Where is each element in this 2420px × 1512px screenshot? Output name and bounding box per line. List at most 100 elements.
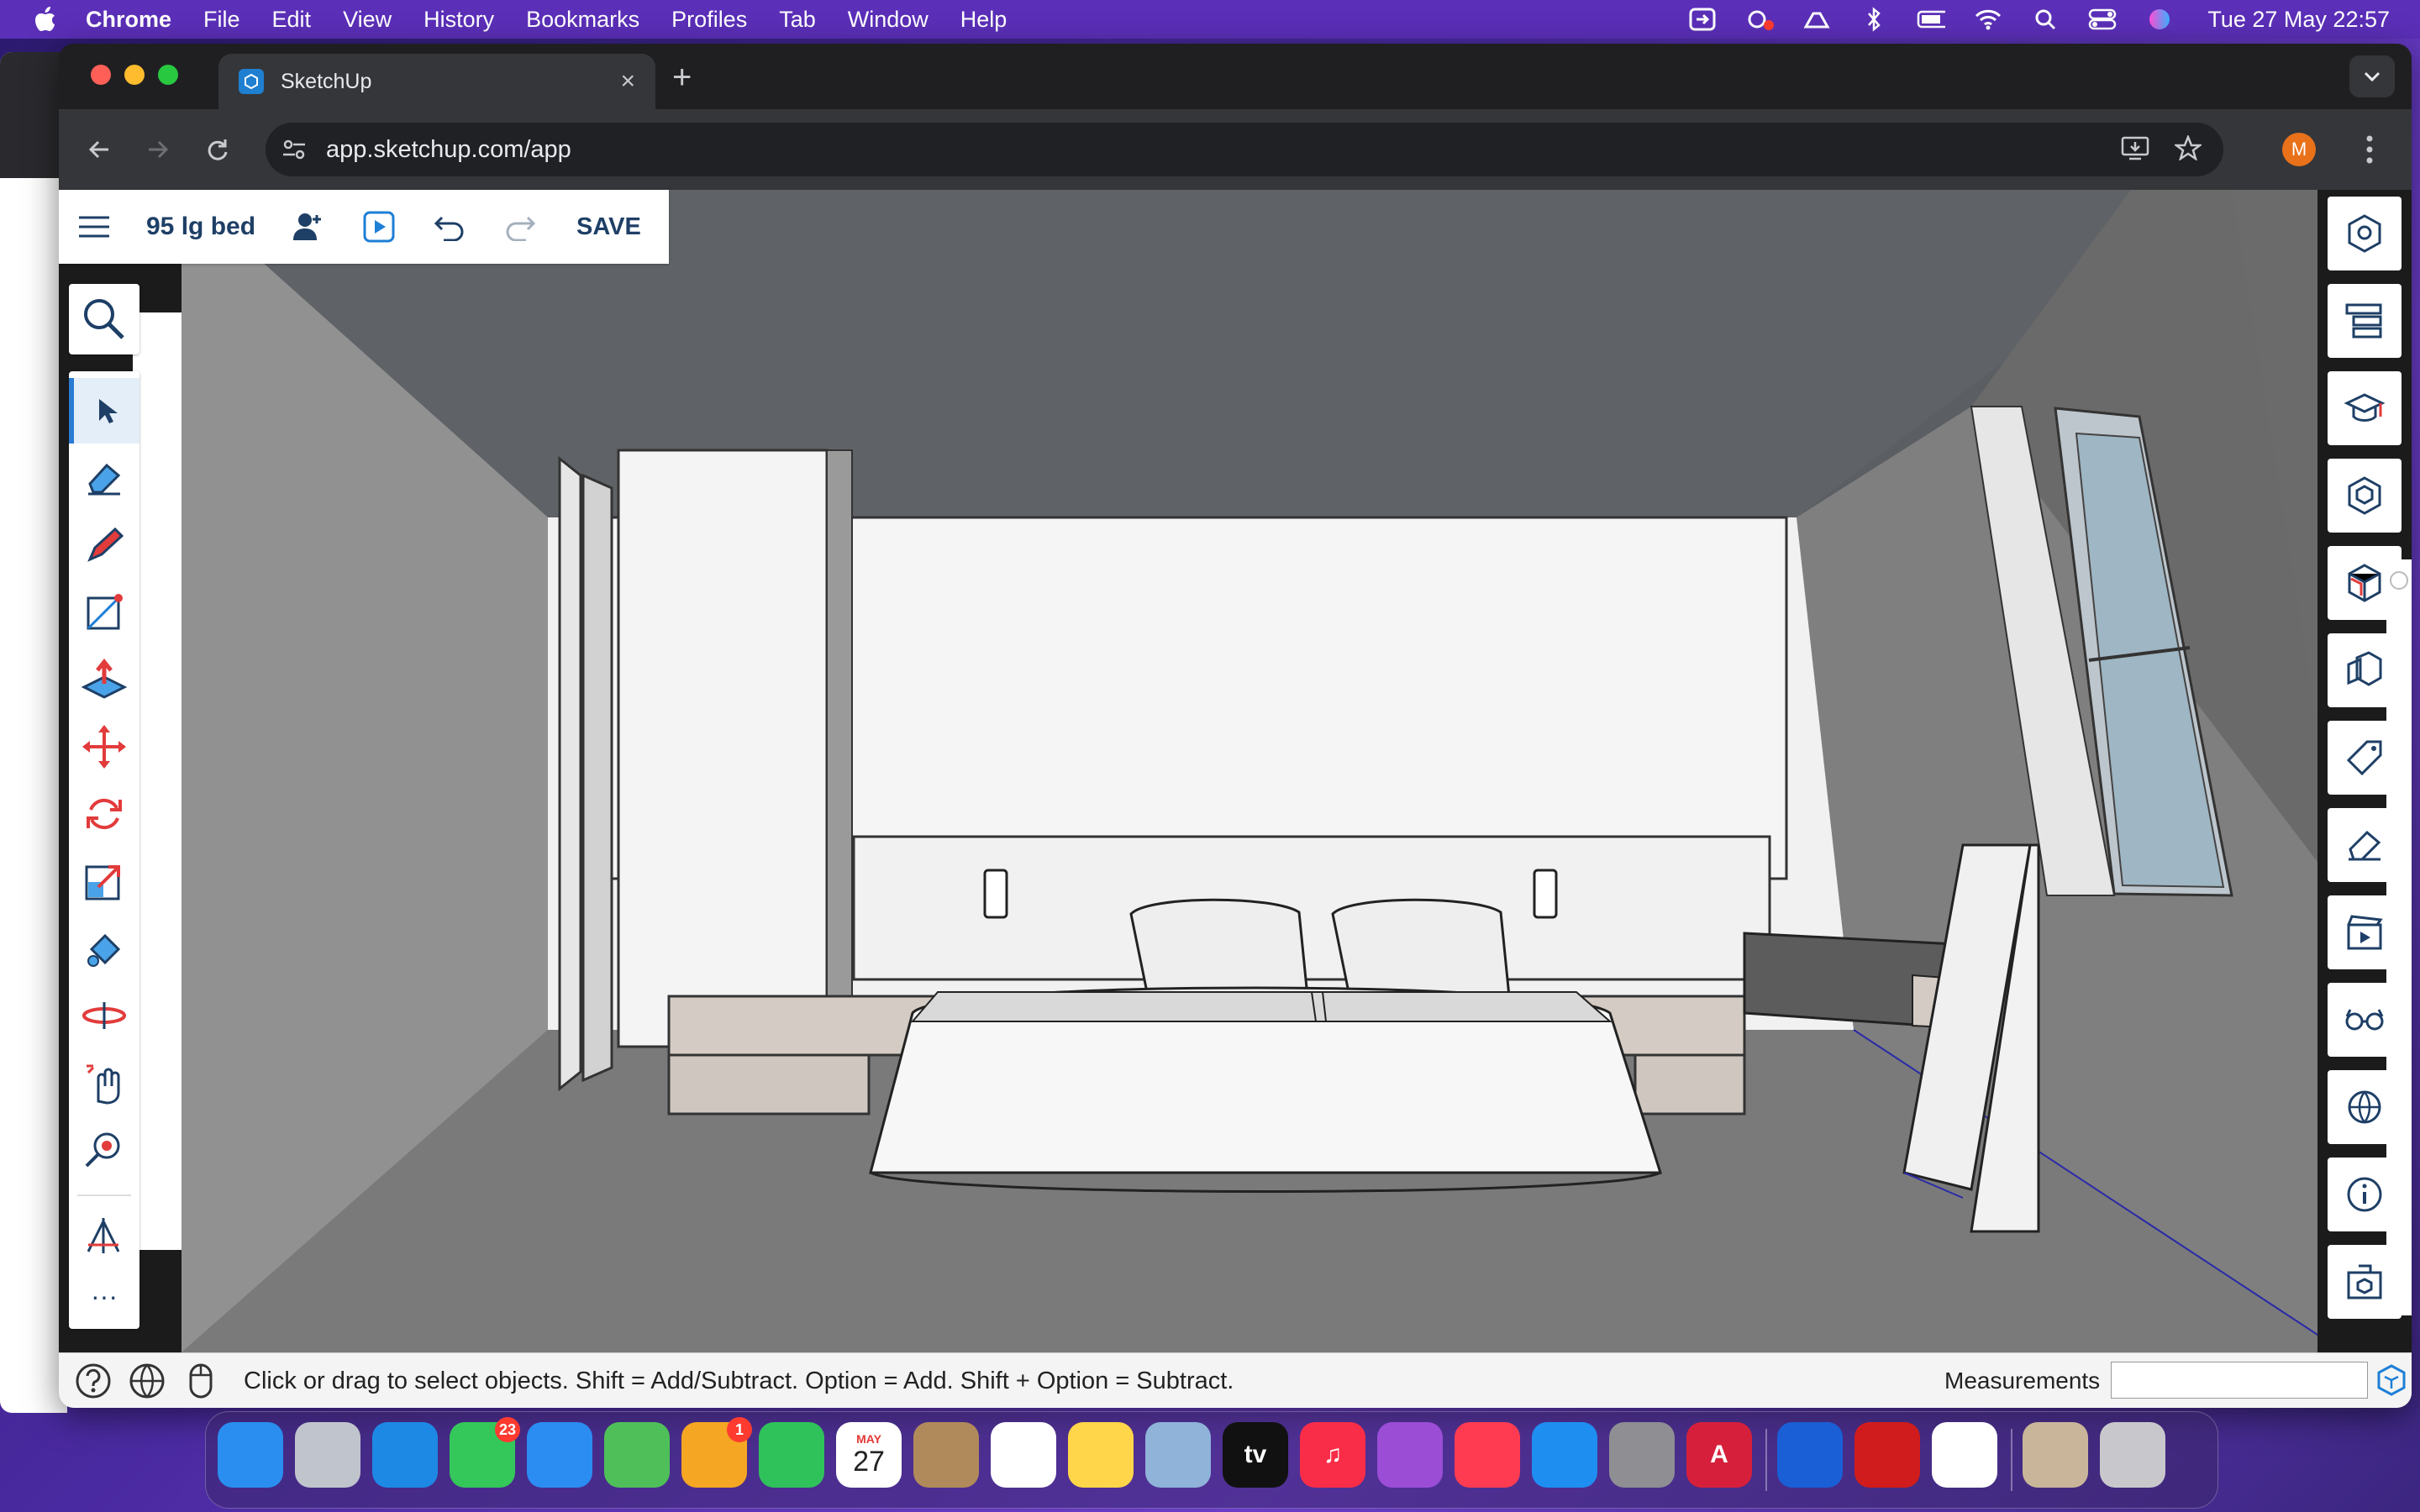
dock-finder-icon[interactable]	[218, 1422, 283, 1488]
dock-recent-document-icon[interactable]	[2023, 1422, 2088, 1488]
reload-button[interactable]	[198, 131, 235, 168]
move-tool-button[interactable]	[69, 714, 139, 780]
install-app-icon[interactable]	[2121, 135, 2149, 165]
new-tab-button[interactable]: +	[672, 60, 692, 94]
url-text[interactable]: app.sketchup.com/app	[326, 136, 2121, 164]
rotate-tool-button[interactable]	[69, 781, 139, 847]
save-button[interactable]: SAVE	[576, 213, 641, 241]
zoom-extents-tool-button[interactable]	[69, 1117, 139, 1183]
browser-toolbar: app.sketchup.com/app M	[59, 109, 2412, 190]
menu-file[interactable]: File	[203, 7, 240, 33]
help-icon[interactable]	[74, 1362, 113, 1400]
creative-cloud-icon[interactable]	[1745, 7, 1775, 32]
tab-sketchup[interactable]: SketchUp ×	[218, 54, 655, 109]
panel-scroll-handle[interactable]	[2386, 559, 2412, 1315]
forward-button[interactable]	[139, 131, 176, 168]
control-center-icon[interactable]	[2088, 7, 2117, 32]
menu-profiles[interactable]: Profiles	[671, 7, 747, 33]
back-button[interactable]	[81, 131, 118, 168]
menu-help[interactable]: Help	[960, 7, 1007, 33]
mouse-input-icon[interactable]	[182, 1362, 220, 1400]
components-button[interactable]	[2328, 459, 2402, 533]
scale-tool-button[interactable]	[69, 848, 139, 914]
menu-history[interactable]: History	[424, 7, 494, 33]
dock-acrobat-icon[interactable]	[1854, 1422, 1920, 1488]
undo-icon[interactable]	[430, 207, 469, 246]
menu-bookmarks[interactable]: Bookmarks	[526, 7, 639, 33]
dock-news-icon[interactable]	[1455, 1422, 1520, 1488]
spotlight-search-icon[interactable]	[2031, 7, 2060, 32]
apple-menu-icon[interactable]	[32, 5, 60, 34]
profile-avatar[interactable]: M	[2282, 133, 2316, 166]
wifi-icon[interactable]	[1974, 7, 2002, 32]
push-pull-tool-button[interactable]	[69, 647, 139, 712]
bluetooth-icon[interactable]	[1860, 7, 1888, 32]
menu-tab[interactable]: Tab	[779, 7, 816, 33]
dock-apple-tv-icon[interactable]: tv	[1223, 1422, 1288, 1488]
dock-badge: 23	[495, 1417, 520, 1442]
model-name[interactable]: 95 lg bed	[146, 213, 255, 241]
outliner-button[interactable]	[2328, 284, 2402, 358]
dock-1password-icon[interactable]	[1777, 1422, 1843, 1488]
share-collaborator-icon[interactable]	[289, 207, 328, 246]
dock-mail-icon[interactable]	[527, 1422, 592, 1488]
dock-calendar-icon[interactable]: MAY 27	[836, 1422, 902, 1488]
tab-search-button[interactable]	[2349, 55, 2395, 97]
dock-reminders-icon[interactable]	[991, 1422, 1056, 1488]
bookmark-star-icon[interactable]	[2173, 134, 2203, 165]
dock-system-settings-icon[interactable]	[1609, 1422, 1675, 1488]
remote-desktop-icon[interactable]	[1688, 7, 1717, 32]
address-bar[interactable]: app.sketchup.com/app	[266, 123, 2223, 176]
dock-music-icon[interactable]: ♫	[1300, 1422, 1365, 1488]
measurements-input[interactable]	[2111, 1362, 2368, 1399]
menu-edit[interactable]: Edit	[272, 7, 312, 33]
dock-podcasts-icon[interactable]	[1377, 1422, 1443, 1488]
hamburger-menu-icon[interactable]	[76, 208, 113, 245]
dock-chrome-icon[interactable]	[1932, 1422, 1997, 1488]
instructor-button[interactable]	[2328, 371, 2402, 445]
menu-clock[interactable]: Tue 27 May 22:57	[2207, 7, 2390, 33]
chrome-menu-icon[interactable]	[2361, 129, 2378, 170]
menu-view[interactable]: View	[343, 7, 392, 33]
paint-bucket-tool-button[interactable]	[69, 916, 139, 981]
sketchup-favicon-icon	[239, 69, 264, 94]
more-tools-button[interactable]: ···	[69, 1263, 139, 1329]
dock-facetime-icon[interactable]	[759, 1422, 824, 1488]
menu-window[interactable]: Window	[848, 7, 929, 33]
entity-info-button[interactable]	[2328, 197, 2402, 270]
present-mode-icon[interactable]	[360, 207, 398, 246]
dock-trash-icon[interactable]	[2100, 1422, 2165, 1488]
minimize-window-button[interactable]	[124, 65, 145, 85]
rectangle-tool-button[interactable]	[69, 580, 139, 645]
menu-app-name[interactable]: Chrome	[86, 7, 171, 33]
dock-launchpad-icon[interactable]	[295, 1422, 360, 1488]
battery-icon[interactable]	[1917, 7, 1946, 32]
close-tab-icon[interactable]: ×	[620, 67, 635, 96]
zoom-window-button[interactable]	[158, 65, 178, 85]
pencil-tool-button[interactable]	[69, 512, 139, 578]
model-viewport[interactable]	[182, 190, 2344, 1352]
orbit-tool-button[interactable]	[69, 983, 139, 1048]
section-plane-tool-button[interactable]	[69, 1203, 139, 1268]
dock-notes-icon[interactable]	[1068, 1422, 1134, 1488]
siri-icon[interactable]	[2145, 7, 2174, 32]
dock-preview-icon[interactable]	[1145, 1422, 1211, 1488]
dock-contacts-icon[interactable]	[913, 1422, 979, 1488]
dock-app-store-icon[interactable]	[1532, 1422, 1597, 1488]
dock-photos-icon[interactable]: 1	[681, 1417, 752, 1488]
left-toolbar: ···	[69, 371, 139, 1329]
site-info-icon[interactable]	[277, 133, 311, 166]
background-window	[0, 52, 67, 1413]
dock-safari-icon[interactable]	[372, 1422, 438, 1488]
language-globe-icon[interactable]	[128, 1362, 166, 1400]
search-tool-button[interactable]	[69, 284, 139, 354]
pan-tool-button[interactable]	[69, 1050, 139, 1116]
google-drive-icon[interactable]	[1802, 7, 1831, 32]
select-tool-button[interactable]	[69, 378, 139, 444]
dock-messages-icon[interactable]: 23	[450, 1417, 520, 1488]
dock-autocad-icon[interactable]: A	[1686, 1422, 1752, 1488]
close-window-button[interactable]	[91, 65, 111, 85]
eraser-tool-button[interactable]	[69, 445, 139, 511]
dock-maps-icon[interactable]	[604, 1422, 670, 1488]
redo-icon[interactable]	[501, 207, 539, 246]
